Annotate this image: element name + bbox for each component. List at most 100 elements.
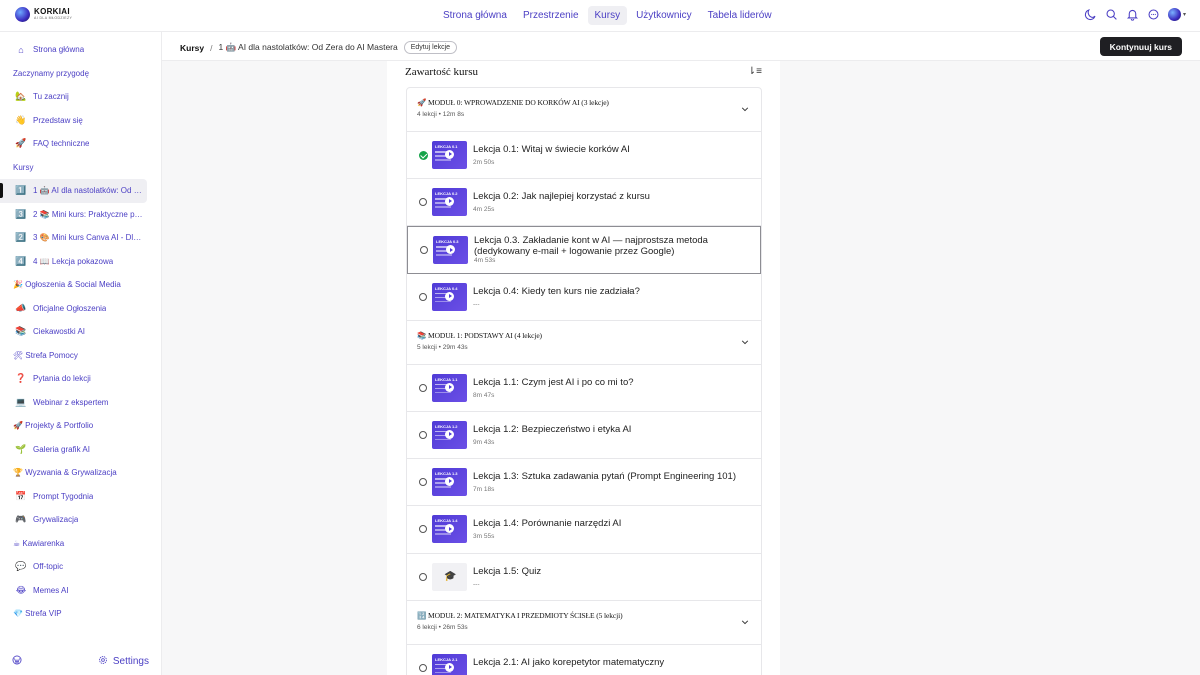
nav-spaces[interactable]: Przestrzenie xyxy=(516,6,586,25)
lesson-row[interactable]: 🎓 Lekcja 1.5: Quiz --- xyxy=(407,554,761,601)
chevron-down-icon[interactable] xyxy=(741,105,749,113)
sidebar-item-home[interactable]: ⌂ Strona główna xyxy=(0,38,161,62)
lesson-row[interactable]: LEKCJA 1.4 Lekcja 1.4: Porównanie narzędz… xyxy=(407,506,761,554)
lesson-thumbnail[interactable]: LEKCJA 2.1 xyxy=(432,653,467,675)
lesson-title[interactable]: Lekcja 1.3: Sztuka zadawania pytań (Prom… xyxy=(473,472,753,483)
chevron-down-icon[interactable] xyxy=(741,338,749,346)
module-header[interactable]: 🚀 MODUŁ 0: WPROWADZENIE DO KORKÓW AI (3 … xyxy=(407,88,761,132)
brand-logo[interactable]: KORKIAI AI DLA MŁODZIEŻY xyxy=(15,7,72,22)
sidebar-item[interactable]: 📣 Oficjalne Ogłoszenia xyxy=(0,297,161,321)
sort-icon[interactable]: ⇂≡ xyxy=(748,66,762,77)
lesson-status-radio[interactable] xyxy=(419,292,427,301)
chat-icon[interactable] xyxy=(1147,8,1160,21)
user-avatar[interactable] xyxy=(1167,8,1181,21)
bell-icon[interactable] xyxy=(1126,8,1139,21)
sidebar-item[interactable]: 📅 Prompt Tygodnia xyxy=(0,485,161,509)
lesson-status-radio[interactable] xyxy=(419,572,427,581)
nav-users[interactable]: Użytkownicy xyxy=(629,6,699,25)
sidebar-item-label: 1 🤖 AI dla nastolatków: Od Zero do AI Ma… xyxy=(33,186,145,196)
lesson-thumbnail[interactable]: LEKCJA 1.1 xyxy=(432,373,467,402)
sidebar-section-title[interactable]: 🏆 Wyzwania & Grywalizacja xyxy=(0,461,161,485)
lesson-thumbnail[interactable]: LEKCJA 1.4 xyxy=(432,515,467,544)
lesson-thumbnail[interactable]: LEKCJA 1.2 xyxy=(432,420,467,449)
lesson-title[interactable]: Lekcja 1.5: Quiz xyxy=(473,566,753,578)
edit-lessons-button[interactable]: Edytuj lekcje xyxy=(403,41,458,54)
lesson-status-radio[interactable] xyxy=(419,430,427,439)
lesson-row[interactable]: LEKCJA 0.3 Lekcja 0.3. Zakładanie kont w … xyxy=(407,226,761,274)
sidebar-item[interactable]: ❓ Pytania do lekcji xyxy=(0,367,161,391)
lesson-title[interactable]: Lekcja 0.4: Kiedy ten kurs nie zadziała? xyxy=(473,286,753,298)
sidebar-section-title[interactable]: Zaczynamy przygodę xyxy=(0,62,161,86)
module-header[interactable]: 🔢 MODUŁ 2: MATEMATYKA I PRZEDMIOTY ŚCISŁ… xyxy=(407,601,761,645)
lesson-thumbnail[interactable]: LEKCJA 0.4 xyxy=(432,282,467,311)
module-header[interactable]: 📚 MODUŁ 1: PODSTAWY AI (4 lekcje) 5 lekcj… xyxy=(407,321,761,365)
nav-home[interactable]: Strona główna xyxy=(436,6,514,25)
lesson-title[interactable]: Lekcja 1.4: Porównanie narzędzi AI xyxy=(473,519,753,530)
sidebar-item[interactable]: 3️⃣ 2 📚 Mini kurs: Praktyczne porady xyxy=(0,203,161,227)
lesson-status-radio[interactable] xyxy=(419,478,427,487)
quiz-thumbnail[interactable]: 🎓 xyxy=(432,562,467,591)
lesson-title[interactable]: Lekcja 0.1: Witaj w świecie korków AI xyxy=(473,144,753,156)
settings-button[interactable]: Settings xyxy=(98,655,149,668)
moon-icon[interactable] xyxy=(1084,8,1097,21)
wordpress-icon[interactable] xyxy=(12,652,22,670)
lesson-title[interactable]: Lekcja 0.3. Zakładanie kont w AI — najpr… xyxy=(474,236,754,257)
lesson-row[interactable]: LEKCJA 2.1 Lekcja 2.1: AI jako korepetyto… xyxy=(407,645,761,675)
lesson-thumbnail[interactable]: LEKCJA 1.3 xyxy=(432,468,467,497)
nav-leaderboard[interactable]: Tabela liderów xyxy=(701,6,779,25)
lesson-thumbnail[interactable]: LEKCJA 0.3 xyxy=(433,236,468,265)
lesson-title[interactable]: Lekcja 2.1: AI jako korepetytor matematy… xyxy=(473,657,753,669)
lesson-row[interactable]: LEKCJA 1.2 Lekcja 1.2: Bezpieczeństwo i e… xyxy=(407,412,761,460)
sidebar-item[interactable]: 💬 Off-topic xyxy=(0,555,161,579)
sidebar-item-label: Off-topic xyxy=(33,562,64,572)
lesson-row[interactable]: LEKCJA 1.1 Lekcja 1.1: Czym jest AI i po … xyxy=(407,365,761,412)
sidebar-item[interactable]: 😂 Memes AI xyxy=(0,579,161,603)
lesson-status-radio[interactable] xyxy=(419,198,427,207)
sidebar-item-icon: 📣 xyxy=(15,302,27,313)
sidebar-item[interactable]: 4️⃣ 4 📖 Lekcja pokazowa xyxy=(0,250,161,274)
sidebar-item-icon: 2️⃣ xyxy=(15,232,27,243)
sidebar-section-title[interactable]: 💎 Strefa VIP xyxy=(0,602,161,626)
sidebar-section-title[interactable]: Kursy xyxy=(0,156,161,180)
sidebar-section-title[interactable]: 🎉 Ogłoszenia & Social Media xyxy=(0,273,161,297)
continue-course-button[interactable]: Kontynuuj kurs xyxy=(1099,37,1182,56)
sidebar-item-icon: 👋 xyxy=(15,114,27,125)
breadcrumb-root[interactable]: Kursy xyxy=(180,43,204,53)
chevron-down-icon[interactable]: ▾ xyxy=(1183,11,1186,18)
lesson-status-radio[interactable] xyxy=(419,383,427,392)
sidebar-section-title[interactable]: 🛠 Strefa Pomocy xyxy=(0,344,161,368)
lesson-title[interactable]: Lekcja 1.1: Czym jest AI i po co mi to? xyxy=(473,377,753,389)
sidebar-item[interactable]: 📚 Ciekawostki AI xyxy=(0,320,161,344)
lesson-status-radio[interactable] xyxy=(419,663,427,672)
sidebar-item-icon: 1️⃣ xyxy=(15,185,27,196)
sidebar-item[interactable]: 1️⃣ 1 🤖 AI dla nastolatków: Od Zero do AI… xyxy=(0,179,147,203)
nav-courses[interactable]: Kursy xyxy=(587,6,628,25)
completed-check-icon[interactable] xyxy=(419,151,428,160)
thumbnail-label: LEKCJA 0.2 xyxy=(435,191,458,197)
sidebar-item[interactable]: 🏡 Tu zacznij xyxy=(0,85,161,109)
lesson-thumbnail[interactable]: LEKCJA 0.2 xyxy=(432,188,467,217)
sidebar-item[interactable]: 🚀 FAQ techniczne xyxy=(0,132,161,156)
sidebar-section-title[interactable]: 🚀 Projekty & Portfolio xyxy=(0,414,161,438)
lesson-status-radio[interactable] xyxy=(419,525,427,534)
search-icon[interactable] xyxy=(1105,8,1118,21)
sidebar-item-label: FAQ techniczne xyxy=(33,139,90,149)
sidebar-item[interactable]: 💻 Webinar z ekspertem xyxy=(0,391,161,415)
sidebar-item[interactable]: 2️⃣ 3 🎨 Mini kurs Canva AI - Dla uczniów xyxy=(0,226,161,250)
sidebar-item[interactable]: 🌱 Galeria grafik AI xyxy=(0,438,161,462)
lesson-row[interactable]: LEKCJA 1.3 Lekcja 1.3: Sztuka zadawania p… xyxy=(407,459,761,507)
thumbnail-label: LEKCJA 2.1 xyxy=(435,656,458,662)
chevron-down-icon[interactable] xyxy=(741,618,749,626)
lesson-title[interactable]: Lekcja 1.2: Bezpieczeństwo i etyka AI xyxy=(473,424,753,436)
lesson-row[interactable]: LEKCJA 0.2 Lekcja 0.2: Jak najlepiej korz… xyxy=(407,179,761,227)
lesson-title[interactable]: Lekcja 0.2: Jak najlepiej korzystać z ku… xyxy=(473,192,753,203)
lesson-status-radio[interactable] xyxy=(420,246,428,255)
sidebar-section-title[interactable]: ☕ Kawiarenka xyxy=(0,532,161,556)
sidebar-item-label: Galeria grafik AI xyxy=(33,444,90,454)
sidebar-item[interactable]: 🎮 Grywalizacja xyxy=(0,508,161,532)
lesson-thumbnail[interactable]: LEKCJA 0.1 xyxy=(432,141,467,169)
lesson-row[interactable]: LEKCJA 0.1 Lekcja 0.1: Witaj w świecie ko… xyxy=(407,132,761,180)
lesson-row[interactable]: LEKCJA 0.4 Lekcja 0.4: Kiedy ten kurs nie… xyxy=(407,274,761,321)
course-content-panel: Zawartość kursu ⇂≡ 🚀 MODUŁ 0: WPROWADZEN… xyxy=(387,61,780,675)
sidebar-item[interactable]: 👋 Przedstaw się xyxy=(0,109,161,133)
